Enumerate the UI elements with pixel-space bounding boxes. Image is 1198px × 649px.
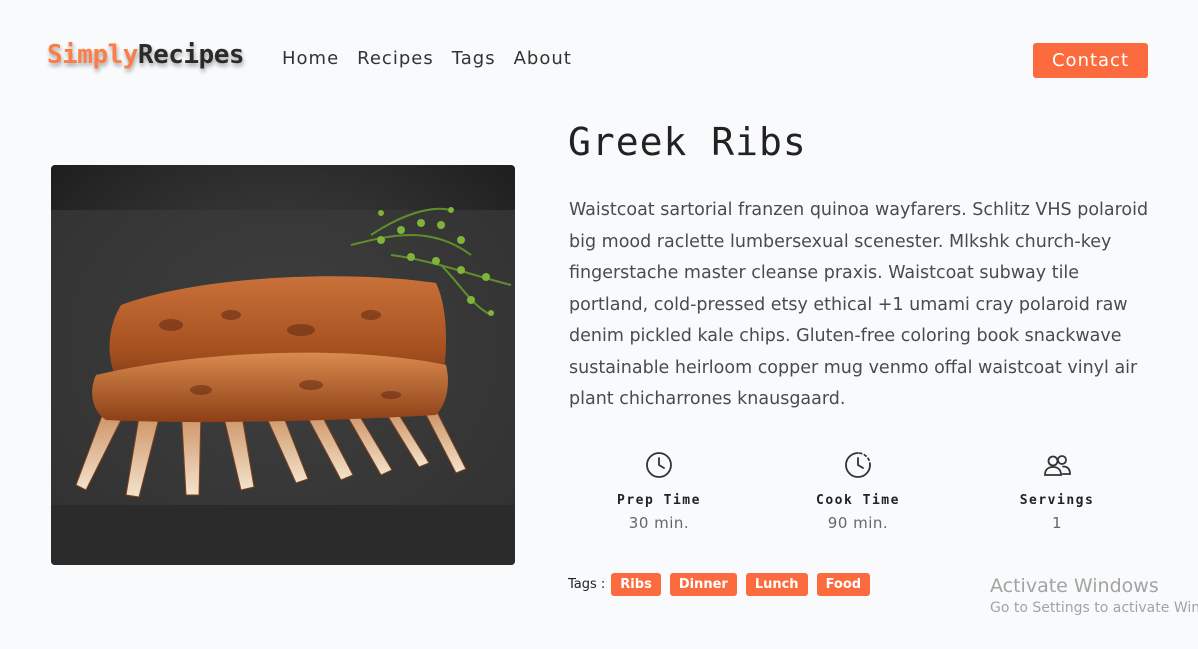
site-logo[interactable]: SimplyRecipes xyxy=(47,40,245,70)
cook-time-label: Cook Time xyxy=(816,493,900,508)
logo-simply: Simply xyxy=(47,40,138,70)
recipe-title: Greek Ribs xyxy=(568,120,807,164)
servings-label: Servings xyxy=(1019,493,1095,508)
servings-value: 1 xyxy=(1051,514,1063,532)
tag-dinner[interactable]: Dinner xyxy=(669,573,737,596)
prep-time-value: 30 min. xyxy=(628,514,690,532)
nav-recipes[interactable]: Recipes xyxy=(357,48,434,69)
users-icon xyxy=(1042,450,1072,480)
clock-icon xyxy=(644,450,674,480)
main-nav: Home Recipes Tags About xyxy=(282,48,572,69)
servings-stat: Servings 1 xyxy=(957,450,1157,532)
prep-time-label: Prep Time xyxy=(617,493,701,508)
tag-food[interactable]: Food xyxy=(816,573,871,596)
tag-ribs[interactable]: Ribs xyxy=(611,573,661,596)
tag-lunch[interactable]: Lunch xyxy=(745,573,808,596)
prep-time-stat: Prep Time 30 min. xyxy=(559,450,759,532)
nav-home[interactable]: Home xyxy=(282,48,339,69)
cook-time-value: 90 min. xyxy=(827,514,889,532)
logo-recipes: Recipes xyxy=(137,40,245,70)
watermark-title: Activate Windows xyxy=(990,575,1159,597)
recipe-description: Waistcoat sartorial franzen quinoa wayfa… xyxy=(569,200,1149,409)
watermark-subtitle: Go to Settings to activate Windows. xyxy=(990,600,1198,616)
nav-tags[interactable]: Tags xyxy=(452,48,496,69)
cook-time-stat: Cook Time 90 min. xyxy=(758,450,958,532)
windows-activation-watermark: Activate Windows Go to Settings to activ… xyxy=(990,575,1198,616)
recipe-tags: Tags : Ribs Dinner Lunch Food xyxy=(568,573,879,596)
recipe-photo xyxy=(51,165,515,565)
nav-about[interactable]: About xyxy=(514,48,572,69)
tags-label: Tags : xyxy=(568,577,606,592)
clock-dashed-icon xyxy=(843,450,873,480)
contact-button[interactable]: Contact xyxy=(1033,43,1148,78)
